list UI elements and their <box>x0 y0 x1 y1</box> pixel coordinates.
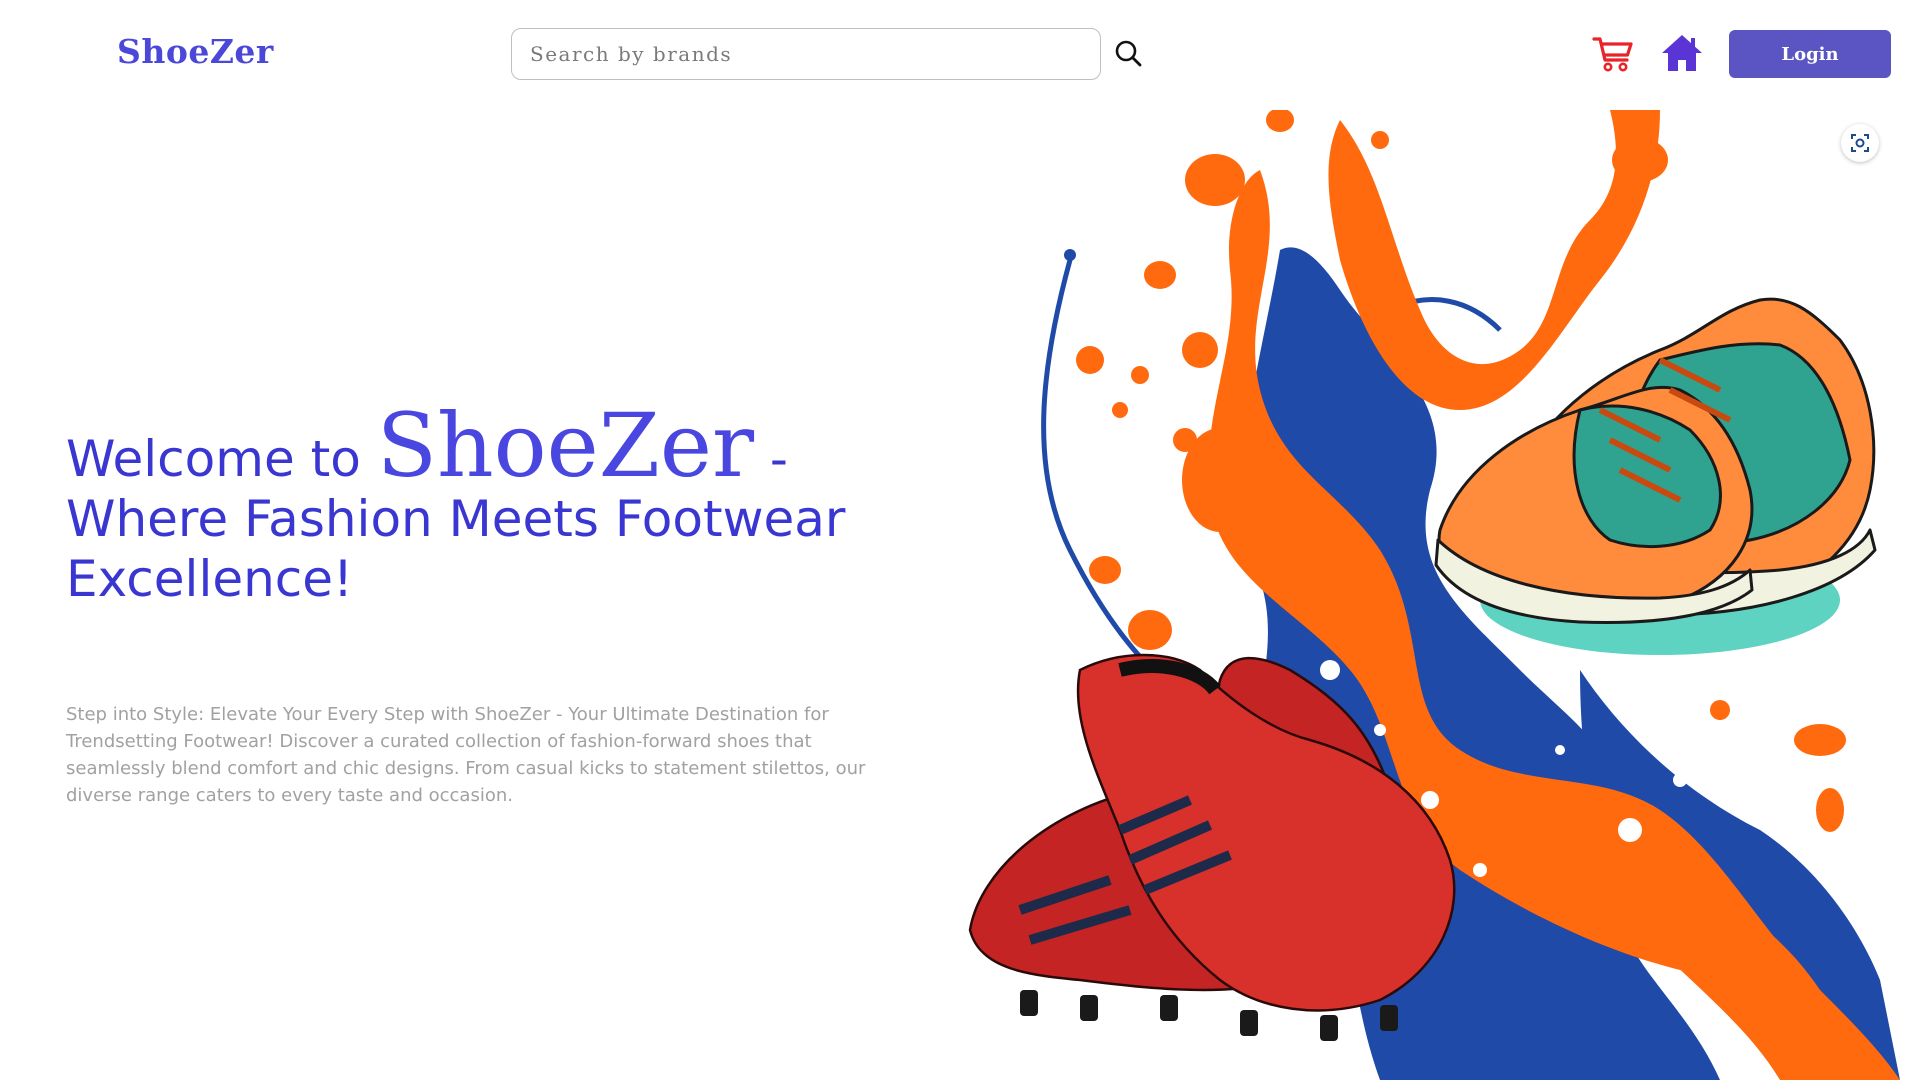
hero-title-line2: Where Fashion Meets Footwear Excellence! <box>66 490 846 608</box>
login-button[interactable]: Login <box>1729 30 1891 78</box>
hero-title-suffix: - <box>754 430 788 488</box>
top-navbar: ShoeZer Login <box>0 0 1920 108</box>
search-input[interactable] <box>512 29 1100 79</box>
search-icon <box>1115 40 1142 67</box>
brand-logo[interactable]: ShoeZer <box>117 32 274 71</box>
home-icon <box>1662 35 1702 71</box>
visual-search-button[interactable] <box>1841 124 1879 162</box>
hero-title: Welcome to ShoeZer - Where Fashion Meets… <box>66 402 916 609</box>
lens-icon <box>1851 134 1869 152</box>
home-button[interactable] <box>1661 33 1703 73</box>
running-shoes <box>1434 297 1877 655</box>
hero-illustration <box>960 110 1900 1080</box>
search-button[interactable] <box>1111 36 1147 72</box>
search-field-wrapper <box>511 28 1101 80</box>
cart-icon <box>1592 37 1633 72</box>
hero-description: Step into Style: Elevate Your Every Step… <box>66 704 866 806</box>
sneakers-splash-image <box>968 110 1900 1080</box>
cart-button[interactable] <box>1592 34 1634 74</box>
hero-title-prefix: Welcome to <box>66 430 377 488</box>
hero-title-brand: ShoeZer <box>376 394 755 497</box>
